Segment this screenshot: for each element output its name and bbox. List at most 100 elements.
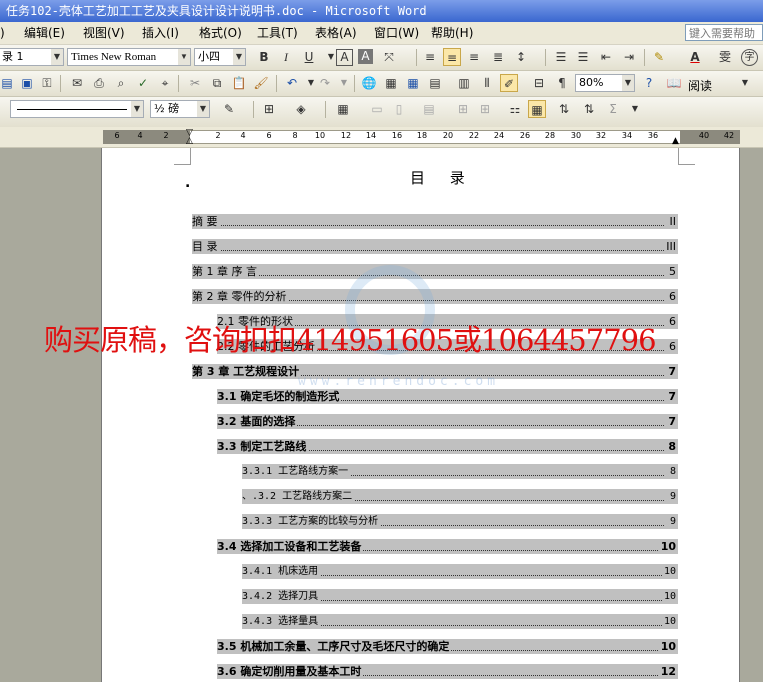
menu-edit[interactable]: 编辑(E): [24, 25, 65, 41]
char-scale-icon[interactable]: ⤧: [380, 48, 398, 66]
read-icon[interactable]: 📖: [665, 74, 683, 92]
sort-ascending-icon[interactable]: ⇅: [555, 100, 573, 118]
save-icon[interactable]: ▣: [18, 74, 36, 92]
toc-entry[interactable]: 3.3 制定工艺路线 8: [217, 439, 678, 454]
split-cells-icon[interactable]: ▯: [390, 100, 408, 118]
menu-format[interactable]: 格式(O): [199, 25, 242, 41]
print-icon[interactable]: ⎙: [90, 74, 108, 92]
document-heading: 目 录: [410, 169, 475, 187]
distribute-icon[interactable]: ≣: [489, 48, 507, 66]
permission-icon[interactable]: ⚿: [38, 74, 56, 92]
toc-entry[interactable]: 3.4 选择加工设备和工艺装备 10: [217, 539, 678, 554]
highlight-icon[interactable]: ✎: [650, 48, 668, 66]
read-button[interactable]: 阅读: [688, 77, 712, 94]
numbering-icon[interactable]: ☰: [552, 48, 570, 66]
border-color-icon[interactable]: ✎: [220, 100, 238, 118]
menu-table[interactable]: 表格(A): [315, 25, 357, 41]
align-right-icon[interactable]: ≡: [465, 48, 483, 66]
tables-borders-icon[interactable]: ▦: [382, 74, 400, 92]
toc-entry[interactable]: 3.3.1 工艺路线方案一 8: [242, 464, 678, 479]
line-weight-select[interactable]: ½ 磅 ▼: [150, 100, 210, 118]
document-map-icon[interactable]: ⊟: [530, 74, 548, 92]
toc-entry[interactable]: 第 1 章 序 言 5: [192, 264, 678, 279]
show-gridlines-icon[interactable]: ▦: [528, 100, 546, 118]
chart-icon[interactable]: ⫴: [478, 74, 496, 92]
outside-border-icon[interactable]: ⊞: [260, 100, 278, 118]
format-painter-icon[interactable]: 🖌: [252, 74, 270, 92]
hanging-indent-marker[interactable]: △: [186, 136, 193, 146]
toolbar-options-icon[interactable]: ▼: [626, 100, 644, 118]
toc-entry[interactable]: 3.1 确定毛坯的制造形式 7: [217, 389, 678, 404]
align-center-icon[interactable]: ≡: [443, 48, 461, 66]
italic-button[interactable]: I: [277, 48, 295, 66]
line-spacing-icon[interactable]: ↕: [512, 48, 530, 66]
watermark-site: www.renrendoc.com: [298, 374, 500, 389]
char-shading-button[interactable]: A: [358, 49, 373, 64]
font-select[interactable]: Times New Roman ▼: [67, 48, 191, 66]
formatting-toolbar: 录 1 ▼ Times New Roman ▼ 小四 ▼ B I U ▼ A A ⤧ …: [0, 45, 763, 71]
horizontal-ruler[interactable]: 6 4 2 2 4 6 8 10 12 14 16 18 20 22 24 26…: [0, 127, 763, 148]
insert-excel-icon[interactable]: ▤: [426, 74, 444, 92]
insert-table-icon[interactable]: ▦: [404, 74, 422, 92]
cut-icon[interactable]: ✂: [186, 74, 204, 92]
distribute-rows-icon[interactable]: ⊞: [454, 100, 472, 118]
char-border-button[interactable]: A: [336, 49, 353, 66]
shading-color-icon[interactable]: ◈: [292, 100, 310, 118]
paste-icon[interactable]: 📋: [230, 74, 248, 92]
help-search-input[interactable]: 键入需要帮助: [685, 24, 763, 41]
menu-file-fragment[interactable]: ): [0, 25, 5, 41]
toc-entry[interactable]: 3.5 机械加工余量、工序尺寸及毛坯尺寸的确定 10: [217, 639, 678, 654]
menu-tools[interactable]: 工具(T): [257, 25, 298, 41]
toc-entry[interactable]: 3.4.1 机床选用 10: [242, 564, 678, 579]
toc-entry[interactable]: 3.3.3 工艺方案的比较与分析 9: [242, 514, 678, 529]
menu-view[interactable]: 视图(V): [83, 25, 125, 41]
columns-icon[interactable]: ▥: [455, 74, 473, 92]
toc-entry[interactable]: 3.4.2 选择刀具 10: [242, 589, 678, 604]
menu-insert[interactable]: 插入(I): [142, 25, 179, 41]
merge-cells-icon[interactable]: ▭: [368, 100, 386, 118]
email-icon[interactable]: ✉: [68, 74, 86, 92]
zoom-select[interactable]: 80% ▼: [575, 74, 635, 92]
toc-entry[interactable]: 目 录 III: [192, 239, 678, 254]
phonetic-guide-button[interactable]: 雯: [716, 48, 734, 66]
right-indent-marker[interactable]: ▲: [672, 136, 679, 146]
print-preview-icon[interactable]: ⌕: [112, 74, 130, 92]
bullets-icon[interactable]: ☰: [574, 48, 592, 66]
research-icon[interactable]: ⌖: [156, 74, 174, 92]
help-icon[interactable]: ?: [640, 74, 658, 92]
chevron-down-icon[interactable]: ▼: [335, 74, 353, 92]
copy-icon[interactable]: ⧉: [208, 74, 226, 92]
toc-entry[interactable]: 、.3.2 工艺路线方案二 9: [242, 489, 678, 504]
style-select[interactable]: 录 1 ▼: [0, 48, 64, 66]
line-style-select[interactable]: ▼: [10, 100, 144, 118]
autoformat-icon[interactable]: ⚏: [506, 100, 524, 118]
font-size-select[interactable]: 小四 ▼: [194, 48, 246, 66]
hyperlink-icon[interactable]: 🌐: [360, 74, 378, 92]
align-justify-icon[interactable]: ≡: [421, 48, 439, 66]
open-icon[interactable]: ▤: [0, 74, 16, 92]
align-cell-icon[interactable]: ▤: [420, 100, 438, 118]
enclose-char-button[interactable]: 字: [741, 49, 758, 66]
drawing-icon[interactable]: ✐: [500, 74, 518, 92]
redo-icon[interactable]: ↷: [316, 74, 334, 92]
toc-entry[interactable]: 3.2 基面的选择 7: [217, 414, 678, 429]
menu-window[interactable]: 窗口(W): [374, 25, 419, 41]
toc-entry[interactable]: 3.4.3 选择量具 10: [242, 614, 678, 629]
show-hide-icon[interactable]: ¶: [553, 74, 571, 92]
decrease-indent-icon[interactable]: ⇤: [597, 48, 615, 66]
toc-entry[interactable]: 第 2 章 零件的分析 6: [192, 289, 678, 304]
underline-button[interactable]: U: [300, 48, 318, 66]
toc-entry[interactable]: 摘 要 II: [192, 214, 678, 229]
menu-help[interactable]: 帮助(H): [431, 25, 473, 41]
distribute-columns-icon[interactable]: ⊞: [476, 100, 494, 118]
toc-entry[interactable]: 3.6 确定切削用量及基本工时 12: [217, 664, 678, 679]
undo-icon[interactable]: ↶: [283, 74, 301, 92]
autosum-icon[interactable]: Σ: [604, 100, 622, 118]
font-color-button[interactable]: A: [686, 48, 704, 66]
bold-button[interactable]: B: [255, 48, 273, 66]
sort-descending-icon[interactable]: ⇅: [580, 100, 598, 118]
increase-indent-icon[interactable]: ⇥: [620, 48, 638, 66]
insert-table-icon[interactable]: ▦: [334, 100, 352, 118]
spelling-icon[interactable]: ✓: [134, 74, 152, 92]
toolbar-options-icon[interactable]: ▼: [736, 74, 754, 92]
